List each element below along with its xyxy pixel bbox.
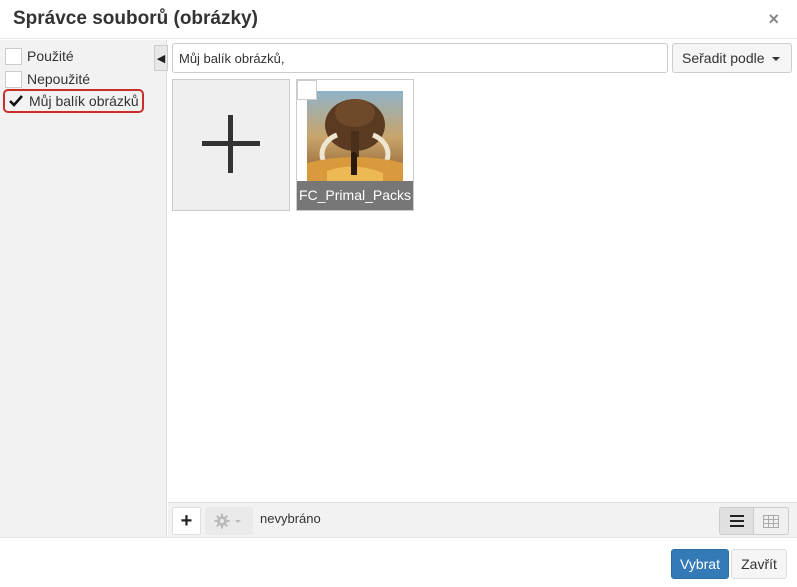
filter-item-unused[interactable]: Nepoužité <box>5 69 90 89</box>
file-name: FC_Primal_Packs <box>297 181 413 210</box>
collapse-sidebar-button[interactable]: ◀ <box>154 45 168 71</box>
add-file-tile[interactable] <box>172 79 290 211</box>
filter-sidebar: Použité Nepoužité Můj balík obrázků <box>0 40 167 537</box>
file-tile[interactable]: FC_Primal_Packs <box>296 79 414 211</box>
close-icon[interactable]: × <box>768 10 779 28</box>
mammoth-image-icon <box>307 91 403 183</box>
list-view-icon <box>729 515 744 527</box>
plus-icon-vertical <box>228 115 233 173</box>
gear-icon <box>214 513 241 529</box>
close-button[interactable]: Zavřít <box>731 549 787 579</box>
bottom-toolbar: + nevybráno <box>168 502 797 537</box>
folder-path-input[interactable] <box>172 43 668 73</box>
file-manager-dialog: Správce souborů (obrázky) × Použité Nepo… <box>0 0 797 587</box>
checkbox[interactable] <box>5 47 22 65</box>
dialog-footer: Vybrat Zavřít <box>0 537 797 587</box>
checkbox[interactable] <box>5 70 22 88</box>
add-button[interactable]: + <box>172 507 201 535</box>
gear-menu-button[interactable] <box>205 507 253 535</box>
file-select-checkbox[interactable] <box>297 80 317 100</box>
caret-down-icon <box>772 57 780 61</box>
dialog-title: Správce souborů (obrázky) <box>13 8 258 29</box>
sort-label: Seřadit podle <box>682 50 765 66</box>
filter-item-used[interactable]: Použité <box>5 46 74 66</box>
dialog-header: Správce souborů (obrázky) × <box>0 0 797 39</box>
filter-label: Nepoužité <box>27 71 91 87</box>
select-button[interactable]: Vybrat <box>671 549 729 579</box>
filter-label: Použité <box>27 48 74 64</box>
sort-dropdown-button[interactable]: Seřadit podle <box>672 43 792 73</box>
list-view-button[interactable] <box>719 507 754 535</box>
grid-view-button[interactable] <box>754 507 789 535</box>
filter-label: Můj balík obrázků <box>29 93 139 109</box>
grid-view-icon <box>763 514 779 528</box>
selection-status: nevybráno <box>260 511 321 526</box>
checkmark-icon[interactable] <box>7 93 24 110</box>
filter-item-my-images[interactable]: Můj balík obrázků <box>3 89 144 113</box>
